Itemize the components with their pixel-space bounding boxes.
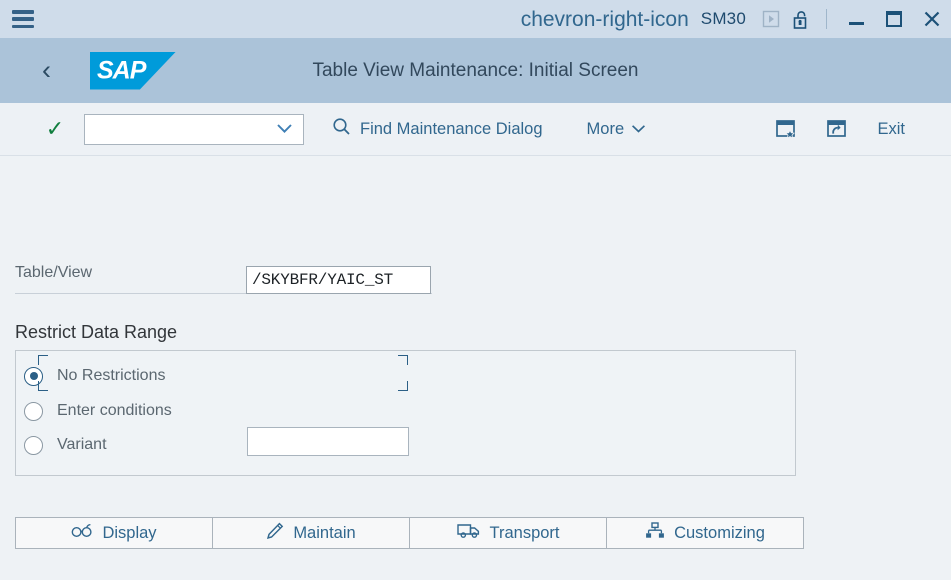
main-content: Table/View /SKYBFR/YAIC_ST Restrict Data… bbox=[0, 156, 951, 580]
maximize-icon bbox=[886, 11, 902, 27]
chevron-down-icon bbox=[631, 120, 646, 139]
table-view-label: Table/View bbox=[15, 264, 93, 281]
table-view-input[interactable]: /SKYBFR/YAIC_ST bbox=[246, 266, 431, 294]
exit-button[interactable]: Exit bbox=[869, 114, 913, 145]
window-title-bar: chevron-right-icon SM30 bbox=[0, 0, 951, 38]
radio-option-no-restrictions[interactable]: No Restrictions bbox=[24, 359, 165, 393]
minimize-icon bbox=[848, 22, 864, 25]
radio-no-restrictions-label[interactable]: No Restrictions bbox=[57, 367, 165, 385]
title-bar-divider bbox=[826, 9, 827, 29]
create-shortcut-button[interactable] bbox=[819, 112, 853, 146]
create-shortcut-icon bbox=[827, 120, 847, 137]
restrict-data-range-panel: No Restrictions Enter conditions Variant bbox=[15, 350, 796, 476]
chevron-right-icon[interactable]: chevron-right-icon bbox=[515, 9, 701, 30]
find-maintenance-dialog-label: Find Maintenance Dialog bbox=[360, 119, 543, 138]
find-maintenance-dialog-button[interactable]: Find Maintenance Dialog bbox=[322, 111, 553, 147]
variant-input[interactable] bbox=[247, 427, 409, 456]
play-icon[interactable] bbox=[756, 6, 786, 32]
truck-icon bbox=[456, 522, 481, 544]
display-button-label: Display bbox=[102, 523, 157, 542]
customizing-button[interactable]: Customizing bbox=[606, 517, 804, 549]
hamburger-menu-icon[interactable] bbox=[10, 9, 36, 29]
more-menu-button[interactable]: More bbox=[577, 114, 657, 145]
add-to-favorites-button[interactable] bbox=[769, 112, 803, 146]
hamburger-bar bbox=[12, 24, 34, 28]
radio-option-enter-conditions[interactable]: Enter conditions bbox=[24, 394, 172, 428]
application-toolbar: ✓ Find Maintenance Dialog More Exit bbox=[0, 103, 951, 156]
transport-button[interactable]: Transport bbox=[409, 517, 607, 549]
add-to-favorites-icon bbox=[776, 120, 796, 139]
chevron-down-icon bbox=[276, 123, 293, 136]
hamburger-bar bbox=[12, 17, 34, 21]
radio-enter-conditions[interactable] bbox=[24, 401, 43, 421]
close-button[interactable] bbox=[913, 0, 951, 38]
customizing-button-label: Customizing bbox=[674, 523, 765, 542]
restrict-data-range-title: Restrict Data Range bbox=[15, 322, 178, 342]
app-header: ‹ SAP Table View Maintenance: Initial Sc… bbox=[0, 38, 951, 103]
radio-variant-label[interactable]: Variant bbox=[57, 436, 107, 454]
back-button[interactable]: ‹ bbox=[42, 57, 88, 84]
search-icon bbox=[332, 117, 351, 141]
radio-enter-conditions-label[interactable]: Enter conditions bbox=[57, 402, 172, 420]
sap-logo-text: SAP bbox=[97, 56, 146, 84]
maximize-button[interactable] bbox=[875, 0, 913, 38]
minimize-button[interactable] bbox=[837, 0, 875, 38]
maintain-button[interactable]: Maintain bbox=[212, 517, 410, 549]
hamburger-bar bbox=[12, 10, 34, 14]
maintain-button-label: Maintain bbox=[293, 523, 356, 542]
hierarchy-icon bbox=[645, 521, 665, 545]
radio-option-variant[interactable]: Variant bbox=[24, 428, 107, 462]
confirm-button[interactable]: ✓ bbox=[42, 118, 68, 140]
more-menu-label: More bbox=[586, 119, 625, 138]
transport-button-label: Transport bbox=[489, 523, 560, 542]
transaction-code: SM30 bbox=[700, 9, 746, 28]
command-dropdown[interactable] bbox=[84, 113, 304, 145]
focus-corner-top-right bbox=[398, 355, 408, 365]
radio-variant[interactable] bbox=[24, 435, 43, 455]
unlocked-padlock-icon[interactable] bbox=[786, 6, 816, 32]
display-button[interactable]: Display bbox=[15, 517, 213, 549]
action-button-bar: Display Maintain Transport Customizing bbox=[15, 517, 804, 549]
focus-corner-bottom-right bbox=[398, 381, 408, 391]
close-icon bbox=[924, 11, 940, 27]
glasses-icon bbox=[71, 523, 93, 543]
title-bar-controls: chevron-right-icon SM30 bbox=[515, 0, 951, 38]
pencil-icon bbox=[266, 522, 284, 545]
radio-no-restrictions[interactable] bbox=[24, 366, 43, 386]
sap-logo[interactable]: SAP bbox=[90, 51, 176, 90]
